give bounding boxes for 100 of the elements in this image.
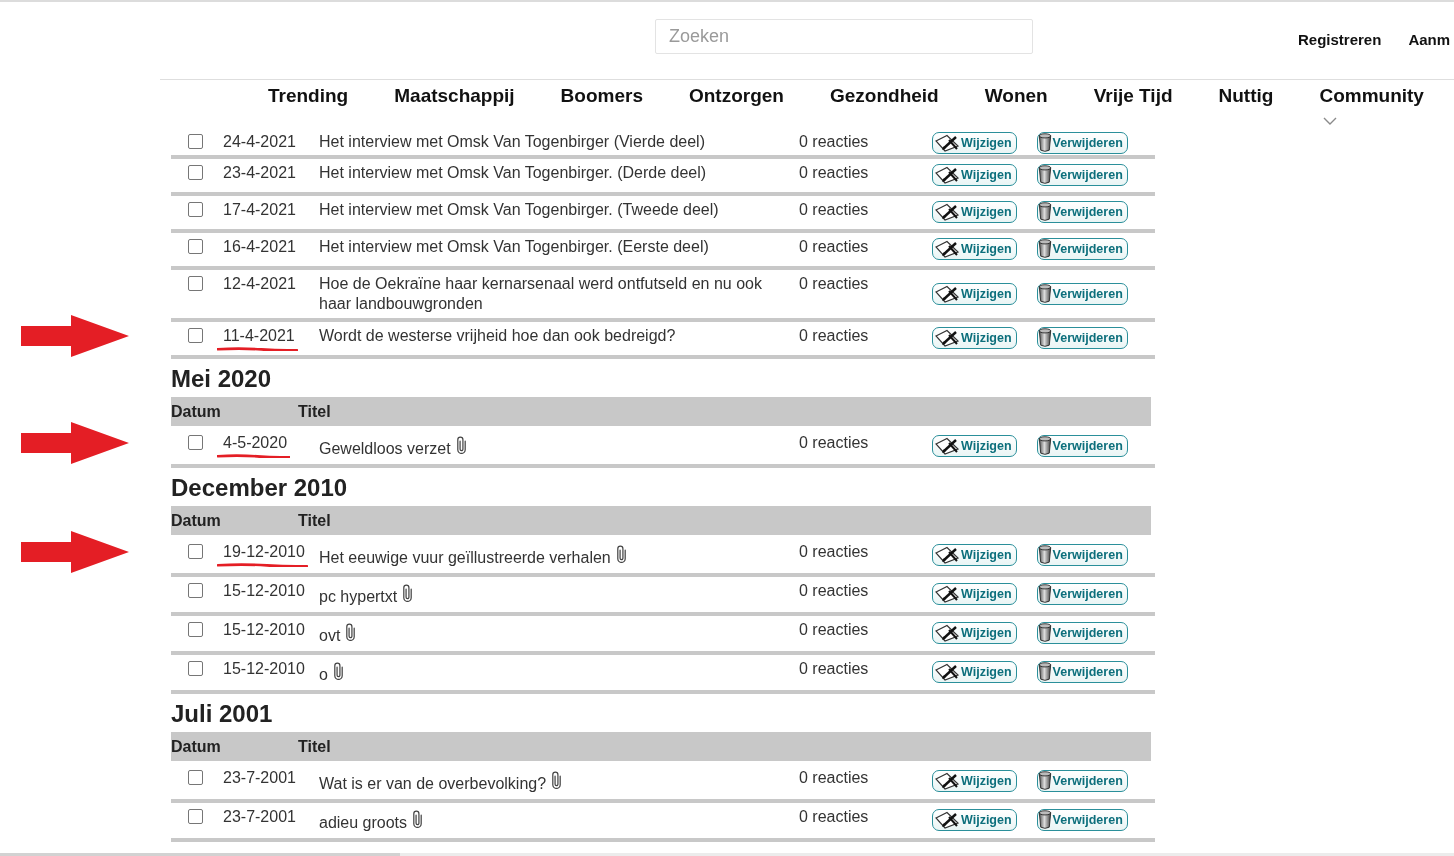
trash-icon bbox=[1037, 328, 1052, 348]
trash-icon bbox=[1037, 165, 1052, 185]
edit-button[interactable]: Wijzigen bbox=[932, 282, 1017, 305]
checkbox[interactable] bbox=[188, 583, 203, 598]
edit-button[interactable]: Wijzigen bbox=[932, 583, 1017, 605]
nav-link[interactable]: Boomers bbox=[560, 85, 643, 107]
delete-button[interactable]: Verwijderen bbox=[1036, 544, 1128, 566]
column-header: Datum bbox=[171, 511, 222, 531]
trash-icon bbox=[1037, 584, 1052, 604]
edit-icon bbox=[934, 546, 960, 564]
edit-button[interactable]: Wijzigen bbox=[932, 809, 1017, 831]
edit-icon bbox=[934, 663, 960, 681]
article-title: pc hypertxt bbox=[319, 588, 398, 605]
edit-button[interactable]: Wijzigen bbox=[932, 132, 1017, 154]
reactions-count: 0 reacties bbox=[799, 238, 869, 255]
edit-button[interactable]: Wijzigen bbox=[932, 770, 1017, 792]
article-title: Het interview met Omsk Van Togenbirger. (Derde deel) bbox=[319, 164, 707, 181]
checkbox[interactable] bbox=[188, 435, 203, 450]
checkbox[interactable] bbox=[188, 165, 203, 180]
delete-button[interactable]: Verwijderen bbox=[1036, 809, 1128, 831]
date-text: 23-4-2021 bbox=[223, 164, 296, 181]
reactions-count: 0 reacties bbox=[799, 164, 869, 181]
checkbox[interactable] bbox=[188, 134, 203, 149]
nav-link[interactable]: Maatschappij bbox=[394, 85, 515, 107]
section-heading: December 2010 bbox=[171, 474, 349, 502]
search-field[interactable]: Zoeken bbox=[655, 19, 1033, 54]
date-text: 17-4-2021 bbox=[223, 201, 296, 218]
date-text: 15-12-2010 bbox=[223, 621, 305, 638]
reactions-count: 0 reacties bbox=[799, 621, 869, 638]
delete-button[interactable]: Verwijderen bbox=[1036, 282, 1128, 305]
checkbox[interactable] bbox=[188, 809, 203, 824]
reactions-count: 0 reacties bbox=[799, 133, 869, 150]
article-title: Het interview met Omsk Van Togenbirger. (Eerste deel) bbox=[319, 238, 709, 255]
account-link[interactable]: Aanm bbox=[1408, 31, 1451, 49]
edit-icon bbox=[934, 811, 960, 829]
checkbox[interactable] bbox=[188, 661, 203, 676]
date-text: 23-7-2001 bbox=[223, 808, 296, 825]
edit-button[interactable]: Wijzigen bbox=[932, 661, 1017, 683]
checkbox[interactable] bbox=[188, 544, 203, 559]
edit-icon bbox=[934, 240, 960, 258]
checkbox[interactable] bbox=[188, 328, 203, 343]
nav-link[interactable]: Ontzorgen bbox=[688, 85, 784, 107]
delete-button[interactable]: Verwijderen bbox=[1036, 770, 1128, 792]
delete-button[interactable]: Verwijderen bbox=[1036, 622, 1128, 644]
date-text: 16-4-2021 bbox=[223, 238, 296, 255]
edit-icon bbox=[934, 437, 960, 455]
checkbox[interactable] bbox=[188, 202, 203, 217]
reactions-count: 0 reacties bbox=[799, 769, 869, 786]
date-text: 23-7-2001 bbox=[223, 769, 296, 786]
trash-icon bbox=[1037, 623, 1052, 643]
edit-icon bbox=[934, 284, 960, 303]
delete-button[interactable]: Verwijderen bbox=[1036, 164, 1128, 186]
trash-icon bbox=[1037, 810, 1052, 830]
scrollbar-thumb[interactable] bbox=[0, 853, 400, 856]
checkbox[interactable] bbox=[188, 770, 203, 785]
edit-button[interactable]: Wijzigen bbox=[932, 327, 1017, 349]
trash-icon bbox=[1037, 545, 1052, 565]
column-header: Titel bbox=[298, 511, 332, 531]
nav-link[interactable]: Community bbox=[1319, 85, 1424, 107]
delete-button[interactable]: Verwijderen bbox=[1036, 435, 1128, 457]
chevron-down-icon[interactable] bbox=[1323, 117, 1338, 125]
nav-link[interactable]: Trending bbox=[268, 85, 349, 107]
checkbox[interactable] bbox=[188, 276, 203, 291]
delete-button[interactable]: Verwijderen bbox=[1036, 201, 1128, 223]
article-title: o bbox=[319, 666, 328, 683]
delete-button[interactable]: Verwijderen bbox=[1036, 661, 1128, 683]
column-header: Datum bbox=[171, 737, 222, 757]
trash-icon bbox=[1037, 436, 1052, 456]
edit-button[interactable]: Wijzigen bbox=[932, 622, 1017, 644]
article-title: Geweldloos verzet bbox=[319, 440, 451, 457]
delete-button[interactable]: Verwijderen bbox=[1036, 238, 1128, 260]
edit-button[interactable]: Wijzigen bbox=[932, 238, 1017, 260]
edit-button[interactable]: Wijzigen bbox=[932, 544, 1017, 566]
article-title: adieu groots bbox=[319, 814, 408, 831]
nav-link[interactable]: Nuttig bbox=[1218, 85, 1274, 107]
column-header: Titel bbox=[298, 402, 332, 422]
delete-button[interactable]: Verwijderen bbox=[1036, 327, 1128, 349]
delete-button[interactable]: Verwijderen bbox=[1036, 583, 1128, 605]
column-header: Datum bbox=[171, 402, 222, 422]
horizontal-scrollbar[interactable] bbox=[0, 853, 1454, 856]
edit-button[interactable]: Wijzigen bbox=[932, 164, 1017, 186]
account-link[interactable]: Registreren bbox=[1298, 31, 1382, 49]
edit-button[interactable]: Wijzigen bbox=[932, 201, 1017, 223]
delete-button[interactable]: Verwijderen bbox=[1036, 132, 1128, 154]
checkbox[interactable] bbox=[188, 239, 203, 254]
edit-icon bbox=[934, 134, 960, 152]
article-title: Het interview met Omsk Van Togenbirger (Vierde deel) bbox=[319, 133, 705, 150]
reactions-count: 0 reacties bbox=[799, 543, 869, 560]
nav-link[interactable]: Wonen bbox=[984, 85, 1048, 107]
trash-icon bbox=[1037, 283, 1052, 304]
trash-icon bbox=[1037, 133, 1052, 153]
reactions-count: 0 reacties bbox=[799, 582, 869, 599]
edit-button[interactable]: Wijzigen bbox=[932, 435, 1017, 457]
article-title: Het interview met Omsk Van Togenbirger. (Tweede deel) bbox=[319, 201, 719, 218]
date-text: 12-4-2021 bbox=[223, 275, 296, 292]
edit-icon bbox=[934, 585, 960, 603]
nav-link[interactable]: Vrije Tijd bbox=[1093, 85, 1173, 107]
edit-icon bbox=[934, 166, 960, 184]
nav-link[interactable]: Gezondheid bbox=[829, 85, 939, 107]
checkbox[interactable] bbox=[188, 622, 203, 637]
